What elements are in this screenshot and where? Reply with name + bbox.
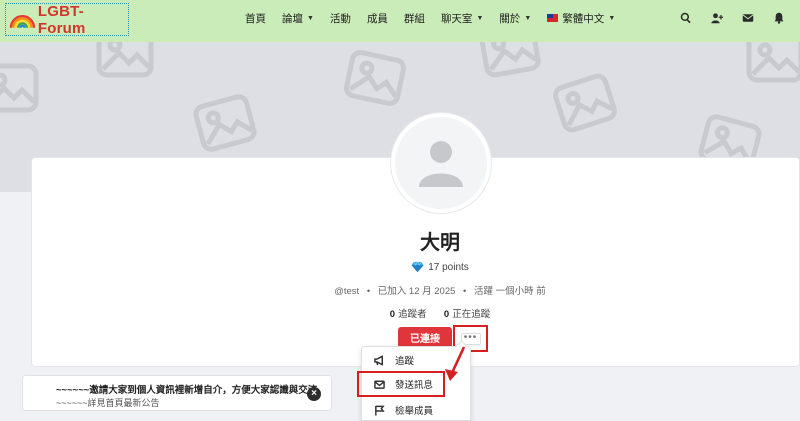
nav-item-forum[interactable]: 論壇 ▼ [282,11,314,26]
announcement-line-2: ~~~~~~詳見首頁最新公告 [56,398,160,408]
envelope-icon[interactable] [741,11,755,25]
nav-item-chat[interactable]: 聊天室 ▼ [441,11,483,26]
image-placeholder-icon [96,42,154,78]
chevron-down-icon: ▼ [524,14,532,22]
image-placeholder-icon [479,42,541,78]
image-placeholder-icon [553,73,617,133]
top-nav: LGBT-Forum 首頁 論壇 ▼ 活動 成員 群組 聊天室 ▼ 關於 ▼ 繁體中文… [0,0,800,42]
annotation-arrow-icon [445,346,466,381]
taiwan-flag-icon [547,14,559,22]
site-name: LGBT-Forum [37,2,86,37]
site-logo[interactable]: LGBT-Forum [5,2,129,37]
image-placeholder-icon [343,50,407,106]
add-user-icon[interactable] [710,11,724,25]
main-menu: 首頁 論壇 ▼ 活動 成員 群組 聊天室 ▼ 關於 ▼ 繁體中文 ▼ [245,0,631,36]
announcement-banner: ~~~~~~邀請大家到個人資訊裡新增自介，方便大家認識與交流 ~~~~~~詳見首… [22,375,332,411]
nav-item-members[interactable]: 成員 [367,11,388,26]
nav-item-about[interactable]: 關於 ▼ [499,11,531,26]
default-avatar-icon [419,141,463,187]
close-icon[interactable]: × [307,387,321,401]
send-message-highlight [357,371,445,397]
diamond-icon [411,261,424,273]
flag-icon [375,405,385,416]
chevron-down-icon: ▼ [476,14,484,22]
nav-item-home[interactable]: 首頁 [245,11,266,26]
follow-stats: 0 追蹤者 0 正在追蹤 [360,306,520,320]
bell-icon[interactable] [772,11,786,25]
image-placeholder-icon [0,63,39,113]
nav-item-groups[interactable]: 群組 [404,11,425,26]
joined-date: 已加入 12 月 2025 [377,286,456,297]
image-placeholder-icon [746,42,800,83]
menu-item-report-member[interactable]: 檢舉成員 [362,399,472,421]
points-text: 17 points [428,261,469,273]
profile-meta: @test • 已加入 12 月 2025 • 活躍 一個小時 前 [334,286,546,297]
nav-item-events[interactable]: 活動 [330,11,351,26]
rainbow-icon [9,14,36,28]
points-badge: 17 points [340,261,540,273]
image-placeholder-icon [193,94,257,152]
language-selector[interactable]: 繁體中文 ▼ [547,11,615,26]
chevron-down-icon: ▼ [307,14,314,22]
following-link[interactable]: 0 正在追蹤 [444,309,490,320]
last-active: 活躍 一個小時 前 [474,286,546,297]
chevron-down-icon: ▼ [608,14,616,22]
nav-actions [662,0,786,36]
display-name: 大明 [420,232,460,254]
search-icon[interactable] [679,11,693,25]
avatar[interactable] [391,113,491,213]
user-handle: @test [334,286,360,297]
announcement-line-1: ~~~~~~邀請大家到個人資訊裡新增自介，方便大家認識與交流 [56,385,318,396]
megaphone-icon [374,354,383,366]
followers-link[interactable]: 0 追蹤者 [390,309,427,320]
